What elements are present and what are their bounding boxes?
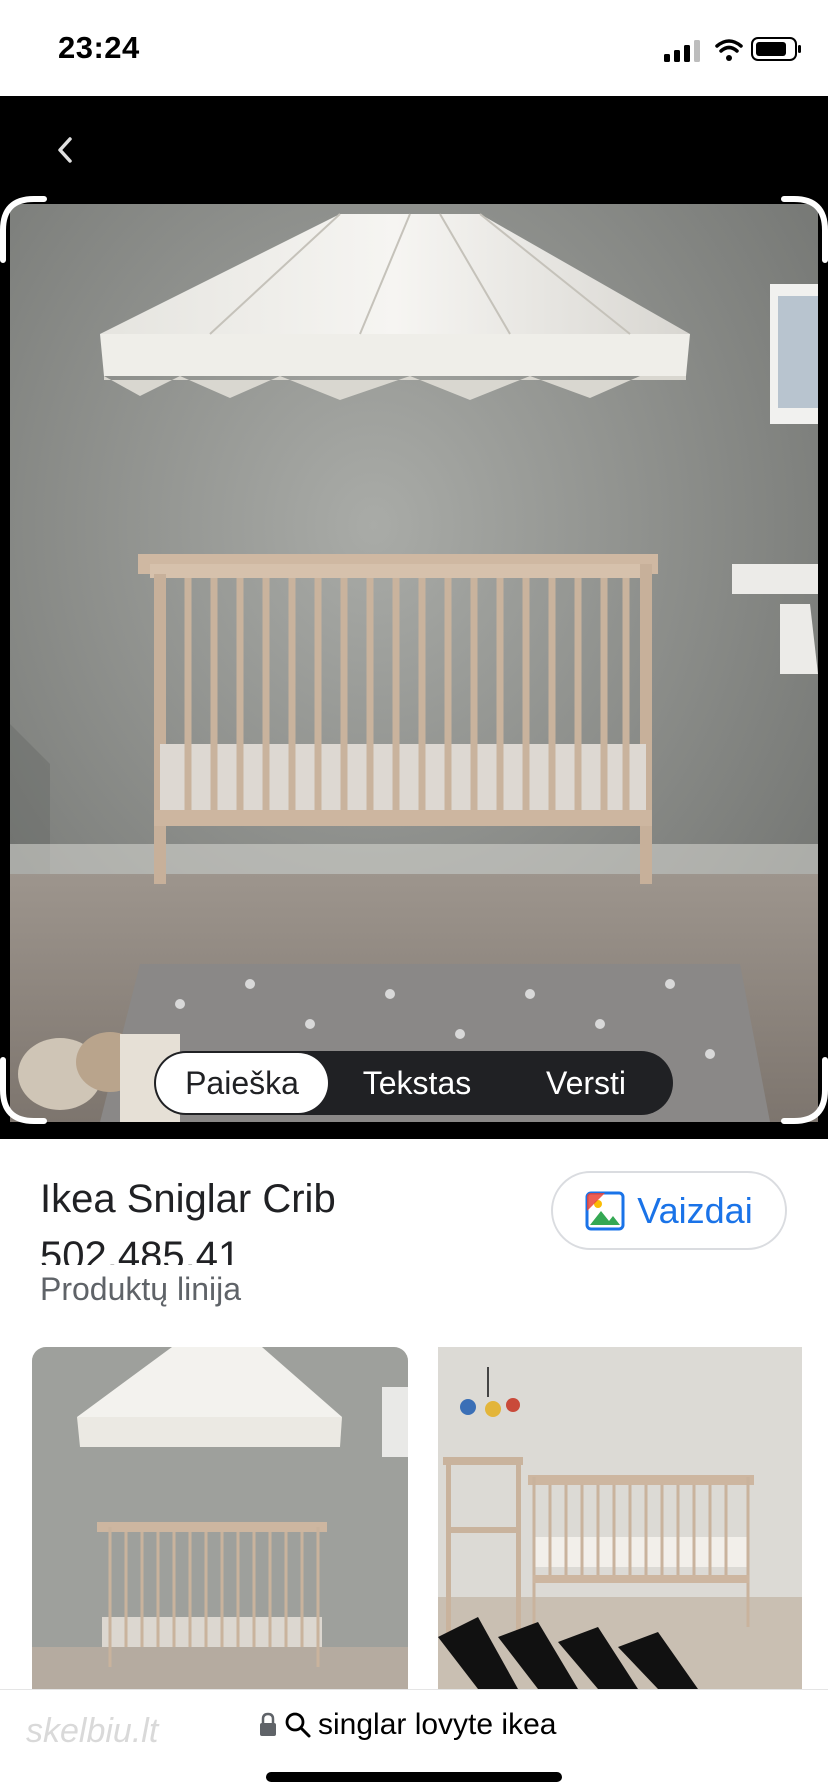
search-image[interactable] (10, 204, 818, 1122)
lock-icon (260, 1712, 276, 1736)
images-button-label: Vaizdai (637, 1189, 753, 1231)
search-icon (285, 1712, 311, 1738)
battery-icon (751, 37, 801, 61)
home-indicator[interactable] (266, 1772, 562, 1782)
result-thumbnail[interactable] (438, 1347, 802, 1689)
bottom-search-bar: skelbiu.lt singlar lovyte ikea (0, 1689, 828, 1792)
result-thumbnail[interactable] (32, 1347, 408, 1689)
status-icons (664, 37, 801, 62)
wifi-icon (715, 39, 743, 61)
search-query-text: singlar lovyte ikea (318, 1708, 557, 1741)
chevron-left-icon (58, 137, 72, 163)
mode-switch: Paieška Tekstas Versti (154, 1051, 673, 1115)
tab-search[interactable]: Paieška (156, 1053, 328, 1113)
status-bar: 23:24 (0, 0, 828, 96)
status-time: 23:24 (58, 30, 140, 65)
search-query[interactable]: singlar lovyte ikea (258, 1708, 556, 1742)
crib-nursery-image (438, 1347, 802, 1689)
image-icon (585, 1191, 625, 1230)
result-title[interactable]: Ikea Sniglar Crib (40, 1177, 336, 1222)
back-button[interactable] (46, 130, 86, 170)
results-panel: Ikea Sniglar Crib 502.485.41 Produktų li… (0, 1139, 828, 1689)
watermark: skelbiu.lt (26, 1712, 159, 1750)
tab-translate[interactable]: Versti (504, 1051, 668, 1115)
images-button[interactable]: Vaizdai (551, 1171, 787, 1250)
result-subtitle: Produktų linija (40, 1271, 241, 1307)
lens-viewer: Paieška Tekstas Versti (0, 96, 828, 1139)
product-code: 502.485.41 (40, 1234, 241, 1265)
crib-with-canopy-image (32, 1347, 408, 1689)
tab-text[interactable]: Tekstas (334, 1051, 500, 1115)
cellular-signal-icon (664, 40, 700, 62)
